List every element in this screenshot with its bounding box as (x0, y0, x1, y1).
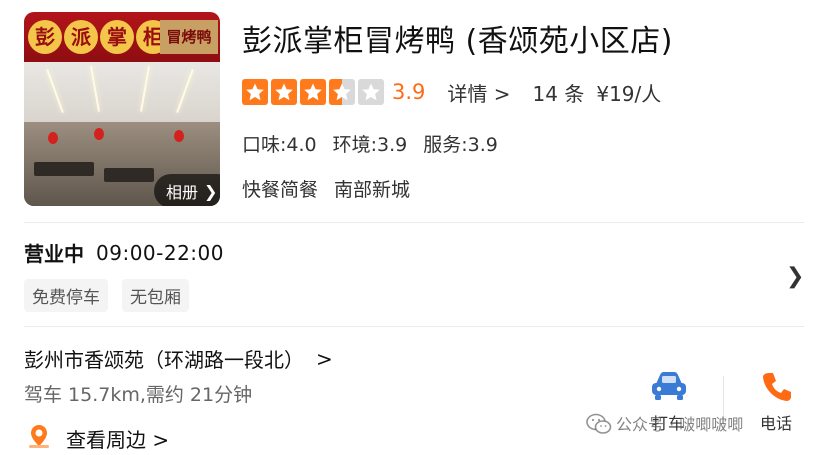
star-icon (329, 79, 355, 105)
price-per-person: ¥19/人 (596, 81, 662, 106)
chevron-right-icon[interactable]: ❯ (786, 264, 804, 289)
wechat-icon (586, 413, 612, 434)
area-tag[interactable]: 南部新城 (334, 175, 410, 202)
opening-hours: 09:00-22:00 (96, 240, 224, 265)
phone-icon (760, 373, 794, 408)
store-name: 彭派掌柜冒烤鸭 (香颂苑小区店) (242, 24, 673, 59)
store-photo[interactable]: 彭 派 掌 柜 冒烤鸭 相册 ❯ (24, 12, 220, 206)
nearby-label: 查看周边 > (66, 428, 170, 452)
business-hours[interactable]: 营业中 09:00-22:00 (24, 238, 224, 267)
album-button[interactable]: 相册 ❯ (154, 174, 220, 206)
address-link[interactable]: 彭州市香颂苑（环湖路一段北） > (24, 344, 333, 373)
rating-score: 3.9 (392, 80, 426, 104)
photo-light (90, 66, 100, 112)
sub-score-service: 服务:3.9 (423, 134, 498, 156)
address-text: 彭州市香颂苑（环湖路一段北） (24, 348, 304, 372)
phone-label: 电话 (760, 414, 793, 433)
rating-row: 3.9 详情 > 14 条 ¥19/人 (242, 77, 661, 107)
album-label: 相册 (166, 183, 199, 202)
star-icon (358, 79, 384, 105)
photo-ceiling (24, 62, 220, 122)
drive-info: 驾车 15.7km,需约 21分钟 (24, 384, 253, 406)
location-pin-icon (26, 423, 52, 454)
watermark: 公众号 · 啵唧啵唧 (586, 411, 743, 435)
sign-glyph: 派 (64, 20, 98, 54)
store-sign: 彭 派 掌 柜 冒烤鸭 (24, 12, 220, 62)
sign-glyph: 掌 (100, 20, 134, 54)
star-icon (300, 79, 326, 105)
star-rating (242, 79, 384, 105)
car-icon (649, 372, 689, 406)
photo-lantern (48, 132, 58, 144)
divider (24, 222, 804, 223)
open-status: 营业中 (24, 242, 84, 266)
photo-lantern (94, 128, 104, 140)
photo-light (176, 69, 194, 113)
photo-light (46, 69, 64, 113)
store-tags: 快餐简餐 南部新城 (242, 175, 410, 202)
chevron-right-icon: > (316, 346, 333, 371)
sub-score-environment: 环境:3.9 (332, 134, 408, 156)
sub-score-taste: 口味:4.0 (242, 134, 317, 156)
review-count[interactable]: 14 条 (533, 78, 585, 107)
photo-table (34, 162, 94, 176)
category-tag[interactable]: 快餐简餐 (242, 175, 318, 202)
facility-tags: 免费停车 无包厢 (24, 279, 189, 312)
photo-light (140, 66, 150, 112)
nearby-link[interactable]: 查看周边 > (26, 423, 169, 454)
sub-scores: 口味:4.0 环境:3.9 服务:3.9 (242, 130, 498, 157)
rating-detail-link[interactable]: 详情 > (447, 78, 510, 107)
photo-lantern (174, 130, 184, 142)
sign-glyph: 彭 (28, 20, 62, 54)
photo-table (104, 168, 154, 182)
star-icon (242, 79, 268, 105)
sign-right-text: 冒烤鸭 (160, 20, 218, 54)
facility-tag-parking: 免费停车 (24, 279, 108, 312)
store-sign-glyphs: 彭 派 掌 柜 (28, 20, 170, 54)
chevron-right-icon: ❯ (204, 181, 218, 201)
star-icon (271, 79, 297, 105)
watermark-text: 公众号 · 啵唧啵唧 (616, 415, 744, 434)
facility-tag-private-room: 无包厢 (122, 279, 189, 312)
divider (24, 326, 804, 327)
